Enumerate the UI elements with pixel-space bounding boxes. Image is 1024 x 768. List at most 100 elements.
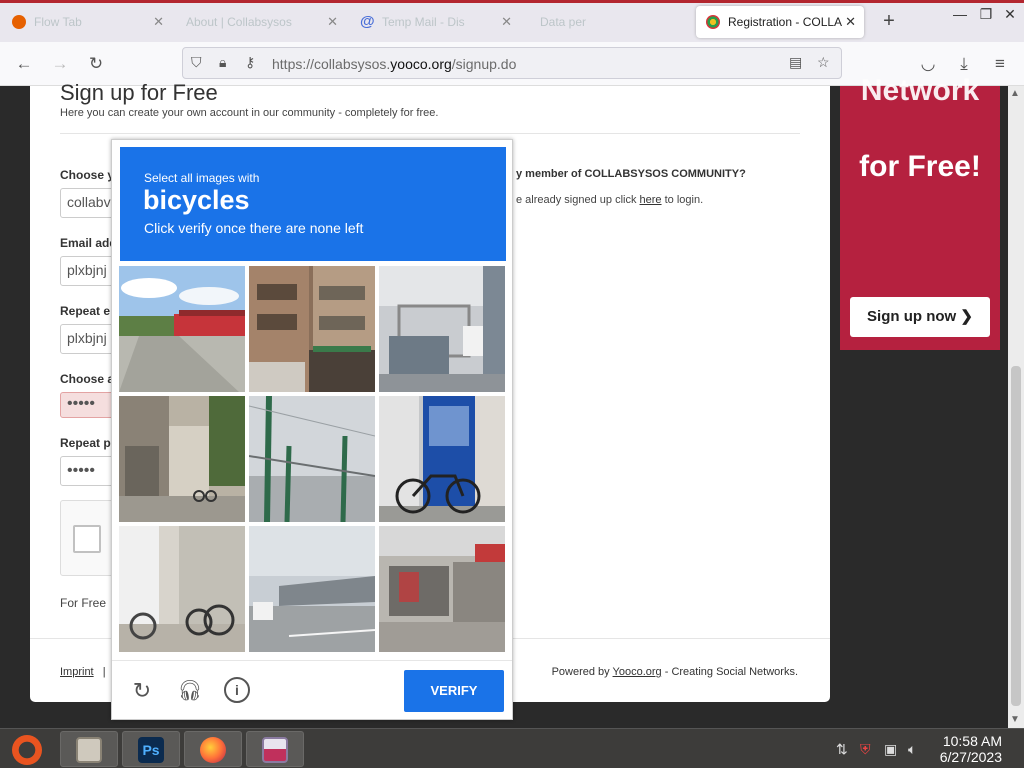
ubuntu-icon bbox=[12, 735, 42, 765]
for-free-text: For Free bbox=[60, 596, 107, 610]
minimize-icon[interactable]: — bbox=[950, 6, 970, 22]
building-image bbox=[249, 266, 375, 392]
volume-icon[interactable]: 🔈︎ bbox=[908, 741, 916, 758]
close-tab-icon[interactable]: ✕ bbox=[153, 14, 164, 30]
password-label: Choose a bbox=[60, 372, 115, 386]
system-clock[interactable]: 10:58 AM 6/27/2023 bbox=[940, 733, 1002, 765]
challenge-tile-3[interactable] bbox=[379, 266, 505, 392]
challenge-footer: ↻ 🎧︎ i VERIFY bbox=[112, 660, 512, 720]
repeat-email-label: Repeat e bbox=[60, 304, 111, 318]
yooco-link[interactable]: Yooco.org bbox=[613, 666, 662, 678]
challenge-tile-8[interactable] bbox=[249, 526, 375, 652]
scroll-up-icon[interactable]: ▲ bbox=[1010, 88, 1020, 99]
downloads-icon[interactable]: ⤓ bbox=[952, 52, 976, 76]
sign-up-now-button[interactable]: Sign up now ❯ bbox=[850, 297, 990, 337]
image-viewer-icon bbox=[262, 737, 288, 763]
scroll-down-icon[interactable]: ▼ bbox=[1010, 714, 1020, 725]
tab-registration[interactable]: Registration - COLLA ✕ bbox=[696, 6, 864, 38]
storefront-image bbox=[379, 526, 505, 652]
restore-icon[interactable]: ❐ bbox=[976, 6, 996, 23]
reload-icon[interactable]: ↻ bbox=[84, 52, 108, 76]
bookmark-star-icon[interactable]: ☆ bbox=[817, 54, 830, 71]
at-sign-icon: @ bbox=[360, 13, 375, 30]
challenge-header: Select all images with bicycles Click ve… bbox=[120, 147, 506, 261]
tab-flow[interactable]: Flow Tab ✕ bbox=[2, 6, 172, 38]
browser-tab-bar: Flow Tab ✕ About | Collabsysos ✕ @ Temp … bbox=[0, 0, 1024, 42]
challenge-target: bicycles bbox=[143, 185, 250, 215]
new-tab-button[interactable]: + bbox=[878, 10, 900, 33]
firefox-icon bbox=[12, 15, 26, 29]
login-here-link[interactable]: here bbox=[640, 194, 662, 206]
imprint-link[interactable]: Imprint bbox=[60, 666, 94, 678]
challenge-tile-4[interactable] bbox=[119, 396, 245, 522]
footer-links: Imprint | I bbox=[60, 666, 115, 678]
challenge-tile-6[interactable] bbox=[379, 396, 505, 522]
vending-bicycle-image bbox=[379, 396, 505, 522]
taskbar-photoshop[interactable]: Ps bbox=[122, 731, 180, 767]
challenge-tile-9[interactable] bbox=[379, 526, 505, 652]
reload-challenge-icon[interactable]: ↻ bbox=[128, 677, 156, 705]
taskbar-firefox[interactable] bbox=[184, 731, 242, 767]
verify-button[interactable]: VERIFY bbox=[404, 670, 504, 712]
close-tab-icon[interactable]: ✕ bbox=[327, 14, 338, 30]
url-text[interactable]: https://collabsysos.yooco.org/signup.do bbox=[272, 56, 516, 72]
tab-about[interactable]: About | Collabsysos ✕ bbox=[176, 6, 346, 38]
page-title: Sign up for Free bbox=[60, 80, 218, 105]
network-icon[interactable]: ⇅ bbox=[836, 741, 848, 758]
back-icon[interactable]: ← bbox=[12, 52, 36, 76]
tab-temp-mail[interactable]: @ Temp Mail - Dis ✕ bbox=[350, 6, 520, 38]
challenge-instruction: Select all images with bbox=[144, 171, 260, 185]
close-tab-icon[interactable]: ✕ bbox=[501, 14, 512, 30]
challenge-image-grid bbox=[119, 266, 507, 654]
username-field[interactable]: collabv bbox=[60, 188, 116, 218]
address-bar[interactable]: ⛉ 🔒︎ ⚷ https://collabsysos.yooco.org/sig… bbox=[182, 47, 842, 79]
intro-text: Here you can create your own account in … bbox=[60, 107, 439, 119]
password-field[interactable]: ••••• bbox=[60, 392, 116, 418]
taskbar-image-viewer[interactable] bbox=[246, 731, 304, 767]
file-manager-icon bbox=[76, 737, 102, 763]
challenge-hint: Click verify once there are none left bbox=[144, 220, 364, 236]
shield-icon[interactable]: ⛉ bbox=[191, 54, 202, 71]
lock-icon[interactable]: 🔒︎ bbox=[219, 54, 226, 71]
repeat-email-field[interactable]: plxbjnj bbox=[60, 324, 116, 354]
footer-powered-by: Powered by Yooco.org - Creating Social N… bbox=[551, 666, 798, 678]
page-scrollbar[interactable]: ▲ ▼ bbox=[1008, 86, 1024, 728]
username-label: Choose y bbox=[60, 168, 115, 182]
key-icon[interactable]: ⚷ bbox=[245, 54, 255, 71]
menu-icon[interactable]: ≡ bbox=[988, 52, 1012, 76]
chevron-right-icon: ❯ bbox=[960, 308, 973, 325]
photoshop-icon: Ps bbox=[138, 737, 164, 763]
overpass-image bbox=[249, 526, 375, 652]
display-icon[interactable]: ▣ bbox=[884, 741, 897, 758]
clock-date: 6/27/2023 bbox=[939, 749, 1002, 765]
email-label: Email add bbox=[60, 236, 117, 250]
challenge-tile-7[interactable] bbox=[119, 526, 245, 652]
challenge-tile-2[interactable] bbox=[249, 266, 375, 392]
alley-image bbox=[119, 396, 245, 522]
headphones-icon[interactable]: 🎧︎ bbox=[176, 677, 204, 705]
firefox-icon bbox=[200, 737, 226, 763]
reader-view-icon[interactable]: ▤ bbox=[789, 54, 802, 71]
taskbar-file-manager[interactable] bbox=[60, 731, 118, 767]
member-answer: e already signed up click here to login. bbox=[516, 194, 704, 206]
challenge-tile-5[interactable] bbox=[249, 396, 375, 522]
close-tab-icon[interactable]: ✕ bbox=[845, 14, 856, 30]
pocket-icon[interactable]: ◡ bbox=[916, 52, 940, 76]
start-button[interactable] bbox=[0, 731, 58, 767]
security-icon[interactable]: ⛨ bbox=[860, 741, 871, 758]
fence-image bbox=[249, 396, 375, 522]
email-field[interactable]: plxbjnj bbox=[60, 256, 116, 286]
chrome-icon bbox=[706, 15, 720, 29]
info-icon[interactable]: i bbox=[224, 677, 250, 703]
close-window-icon[interactable]: ✕ bbox=[1000, 6, 1020, 23]
repeat-password-field[interactable]: ••••• bbox=[60, 456, 116, 486]
tab-data[interactable]: Data per bbox=[524, 6, 690, 38]
divider bbox=[60, 133, 800, 134]
recaptcha-checkbox[interactable] bbox=[73, 525, 101, 553]
recaptcha-challenge: Select all images with bicycles Click ve… bbox=[111, 139, 513, 720]
scrollbar-thumb[interactable] bbox=[1011, 366, 1021, 706]
challenge-tile-1[interactable] bbox=[119, 266, 245, 392]
street-image bbox=[119, 266, 245, 392]
forward-icon[interactable]: → bbox=[48, 52, 72, 76]
taskbar: Ps ⇅ ⛨ ▣ 🔈︎ 10:58 AM 6/27/2023 bbox=[0, 728, 1024, 768]
